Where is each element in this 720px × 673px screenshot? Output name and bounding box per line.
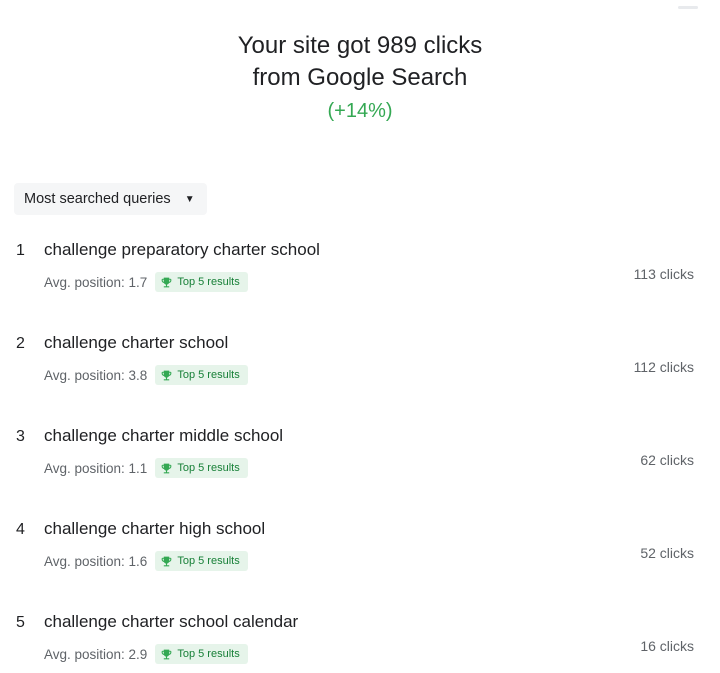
query-text: challenge charter school [44,333,229,352]
query-text: challenge charter school calendar [44,612,299,631]
summary-line-1: Your site got 989 clicks [237,32,483,59]
search-performance-card: Your site got 989 clicks from Google Sea… [0,0,720,673]
query-clicks: 52 clicks [640,545,694,561]
query-filter-label: Most searched queries [24,191,171,207]
top-results-badge: Top 5 results [155,365,248,385]
badge-label: Top 5 results [177,276,240,288]
avg-position: Avg. position: 1.6 [44,553,148,569]
query-list: 1 challenge preparatory charter school A… [0,236,720,673]
query-rank: 5 [16,614,25,631]
query-row-4[interactable]: 4 challenge charter high school Avg. pos… [0,515,720,608]
avg-position: Avg. position: 1.1 [44,460,148,476]
query-rank: 4 [16,521,25,538]
clicks-change-percent: (+14%) [327,100,393,122]
top-results-badge: Top 5 results [155,458,248,478]
query-clicks: 62 clicks [640,452,694,468]
query-row-1[interactable]: 1 challenge preparatory charter school A… [0,236,720,329]
query-meta: Avg. position: 1.6 Top 5 results [44,551,248,571]
trophy-icon [161,463,172,473]
trophy-icon [161,277,172,287]
query-filter-dropdown[interactable]: Most searched queries ▼ [14,183,207,215]
badge-label: Top 5 results [177,369,240,381]
query-meta: Avg. position: 1.1 Top 5 results [44,458,248,478]
query-row-2[interactable]: 2 challenge charter school Avg. position… [0,329,720,422]
badge-label: Top 5 results [177,462,240,474]
query-meta: Avg. position: 3.8 Top 5 results [44,365,248,385]
query-clicks: 113 clicks [633,266,694,282]
query-meta: Avg. position: 1.7 Top 5 results [44,272,248,292]
query-rank: 1 [16,242,25,259]
query-clicks: 112 clicks [633,359,694,375]
avg-position: Avg. position: 1.7 [44,274,148,290]
trophy-icon [161,556,172,566]
clicks-summary: Your site got 989 clicks from Google Sea… [0,30,720,126]
top-results-badge: Top 5 results [155,272,248,292]
query-rank: 3 [16,428,25,445]
badge-label: Top 5 results [177,555,240,567]
query-row-5[interactable]: 5 challenge charter school calendar Avg.… [0,608,720,673]
caret-down-icon: ▼ [184,193,195,205]
query-text: challenge charter middle school [44,426,284,445]
corner-indicator [678,6,698,9]
badge-label: Top 5 results [177,648,240,660]
trophy-icon [161,649,172,659]
query-rank: 2 [16,335,25,352]
query-text: challenge charter high school [44,519,266,538]
query-clicks: 16 clicks [640,638,694,654]
avg-position: Avg. position: 3.8 [44,367,148,383]
query-text: challenge preparatory charter school [44,240,320,259]
top-results-badge: Top 5 results [155,644,248,664]
query-row-3[interactable]: 3 challenge charter middle school Avg. p… [0,422,720,515]
trophy-icon [161,370,172,380]
avg-position: Avg. position: 2.9 [44,646,148,662]
query-meta: Avg. position: 2.9 Top 5 results [44,644,248,664]
top-results-badge: Top 5 results [155,551,248,571]
summary-line-2: from Google Search [252,64,468,91]
